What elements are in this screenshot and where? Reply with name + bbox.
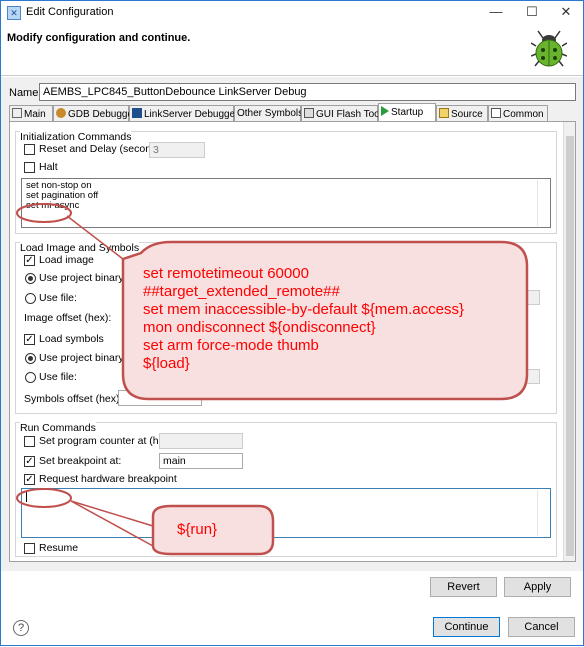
highlight-ellipse <box>16 488 72 508</box>
callout-line: ${load} <box>143 355 190 372</box>
callout-line: ##target_extended_remote## <box>143 283 340 300</box>
callout-pointer-line <box>70 500 154 527</box>
highlight-ellipse <box>16 203 72 223</box>
callout-pointer-line <box>70 500 154 547</box>
callout-line: set remotetimeout 60000 <box>143 265 309 282</box>
edit-configuration-window: ✕ Edit Configuration — ☐ ✕ Modify config… <box>0 0 584 646</box>
callout-line: set mem inaccessible-by-default ${mem.ac… <box>143 301 464 318</box>
callout-pointer-line <box>66 215 124 260</box>
callout-line: mon ondisconnect ${ondisconnect} <box>143 319 376 336</box>
callout-line: set arm force-mode thumb <box>143 337 319 354</box>
callout-large-text: set remotetimeout 60000 ##target_extende… <box>143 265 464 373</box>
callout-small-text: ${run} <box>177 521 218 538</box>
